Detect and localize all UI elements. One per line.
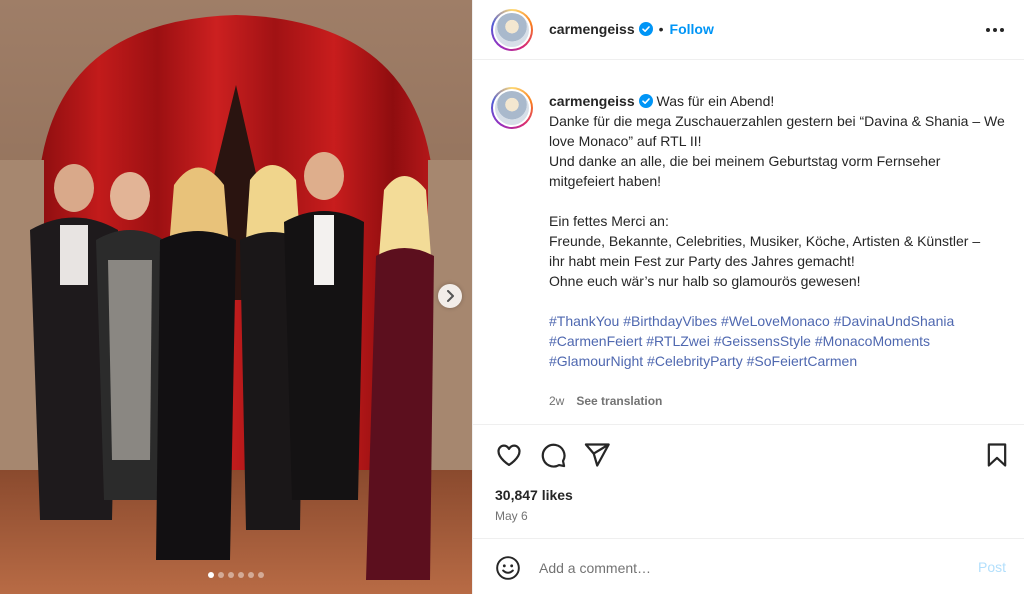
hashtag-link[interactable]: #SoFeiertCarmen: [747, 353, 858, 369]
post-comment-button[interactable]: Post: [978, 559, 1006, 575]
carousel-dot: [248, 572, 254, 578]
post-photo[interactable]: [0, 0, 472, 594]
carousel-next-button[interactable]: [438, 284, 462, 308]
post-header: carmengeiss • Follow: [473, 0, 1024, 60]
hashtag-link[interactable]: #CarmenFeiert: [549, 333, 642, 349]
follow-button[interactable]: Follow: [670, 21, 714, 37]
caption-text: Ein fettes Merci an:: [549, 213, 669, 229]
caption-text: Was für ein Abend!: [656, 93, 775, 109]
heart-icon: [497, 444, 521, 467]
hashtag-link[interactable]: #MonacoMoments: [815, 333, 930, 349]
hashtag-list: #ThankYou #BirthdayVibes #WeLoveMonaco #…: [549, 311, 1005, 371]
like-count[interactable]: 30,847 likes: [495, 487, 573, 503]
like-button[interactable]: [495, 441, 523, 469]
smiley-icon: [496, 556, 520, 580]
comment-button[interactable]: [539, 441, 567, 469]
share-button[interactable]: [583, 441, 611, 469]
party-photo-illustration: [0, 0, 472, 594]
post-caption: carmengeiss Was für ein Abend! Danke für…: [549, 91, 1005, 371]
save-button[interactable]: [983, 441, 1011, 469]
comment-bubble-icon: [541, 443, 566, 468]
carousel-dot: [238, 572, 244, 578]
caption-line: carmengeiss Was für ein Abend!: [549, 91, 1005, 111]
caption-meta: 2w See translation: [549, 394, 662, 408]
caption-text: [549, 191, 1005, 211]
see-translation-link[interactable]: See translation: [576, 394, 662, 408]
caption-text: Ohne euch wär’s nur halb so glamourös ge…: [549, 273, 861, 289]
caption-text: Freunde, Bekannte, Celebrities, Musiker,…: [549, 233, 981, 249]
hashtag-link[interactable]: #ThankYou: [549, 313, 619, 329]
caption-username[interactable]: carmengeiss: [549, 93, 635, 109]
hashtag-link[interactable]: #GeissensStyle: [714, 333, 811, 349]
carousel-dot: [208, 572, 214, 578]
post-age: 2w: [549, 394, 565, 408]
more-horizontal-icon: [986, 28, 1004, 32]
avatar[interactable]: [491, 9, 533, 51]
verified-badge-icon: [638, 94, 653, 108]
comment-input[interactable]: [539, 557, 959, 579]
carousel-dot: [218, 572, 224, 578]
bookmark-icon: [987, 443, 1007, 467]
username-link[interactable]: carmengeiss: [549, 21, 635, 37]
paper-plane-icon: [584, 443, 610, 467]
header-user: carmengeiss • Follow: [549, 21, 714, 37]
caption-text: Danke für die mega Zuschauerzahlen geste…: [549, 113, 1009, 149]
hashtag-link[interactable]: #DavinaUndShania: [834, 313, 955, 329]
carousel-indicator: [0, 572, 472, 578]
emoji-button[interactable]: [495, 555, 521, 581]
comment-bar: Post: [473, 538, 1024, 594]
hashtag-link[interactable]: #GlamourNight: [549, 353, 643, 369]
verified-badge-icon: [638, 22, 653, 36]
separator-dot: •: [658, 21, 664, 37]
caption-text: ihr habt mein Fest zur Party des Jahres …: [549, 253, 855, 269]
hashtag-link[interactable]: #RTLZwei: [646, 333, 710, 349]
hashtag-link[interactable]: #BirthdayVibes: [623, 313, 717, 329]
post-date: May 6: [495, 509, 528, 523]
caption-avatar[interactable]: [491, 87, 533, 129]
chevron-right-icon: [447, 290, 454, 302]
carousel-dot: [258, 572, 264, 578]
post-side-panel: carmengeiss • Follow carmengeiss Was für…: [472, 0, 1024, 594]
more-options-button[interactable]: [981, 20, 1009, 40]
carousel-dot: [228, 572, 234, 578]
hashtag-link[interactable]: #WeLoveMonaco: [721, 313, 830, 329]
caption-text: Und danke an alle, die bei meinem Geburt…: [549, 153, 945, 189]
hashtag-link[interactable]: #CelebrityParty: [647, 353, 743, 369]
